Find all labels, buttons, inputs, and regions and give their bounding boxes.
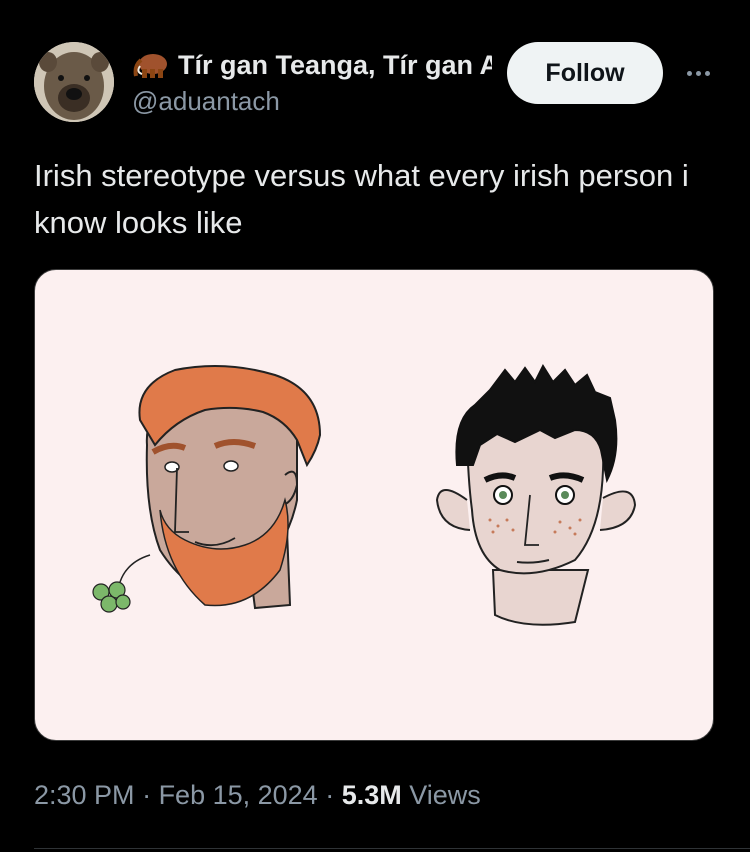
- shamrock-icon: [92, 581, 131, 613]
- black-haired-freckled-man-figure: [435, 363, 637, 626]
- divider: [34, 848, 750, 849]
- follow-button[interactable]: Follow: [507, 42, 663, 104]
- author-handle[interactable]: @aduantach: [132, 86, 280, 117]
- author-avatar[interactable]: [34, 42, 114, 122]
- author-name-row[interactable]: Tír gan Teanga, Tír gan Anam: [132, 48, 492, 82]
- tweet-meta: 2:30 PM · Feb 15, 2024 · 5.3M Views: [34, 780, 481, 811]
- meta-separator: ·: [317, 780, 342, 810]
- bear-face-avatar-icon: [34, 42, 114, 122]
- tweet-media-image[interactable]: [34, 269, 714, 741]
- more-options-icon[interactable]: [678, 58, 718, 88]
- meta-separator: ·: [134, 780, 159, 810]
- views-label: Views: [401, 780, 481, 810]
- views-count[interactable]: 5.3M: [342, 780, 402, 810]
- ginger-bearded-man-figure: [92, 365, 322, 613]
- tweet-date[interactable]: Feb 15, 2024: [159, 780, 318, 810]
- mammoth-emoji-icon: [133, 54, 167, 78]
- tweet-time[interactable]: 2:30 PM: [34, 780, 135, 810]
- tweet-text: Irish stereotype versus what every irish…: [34, 158, 689, 240]
- illustration: [92, 363, 637, 626]
- author-display-name[interactable]: Tír gan Teanga, Tír gan Anam: [178, 50, 492, 81]
